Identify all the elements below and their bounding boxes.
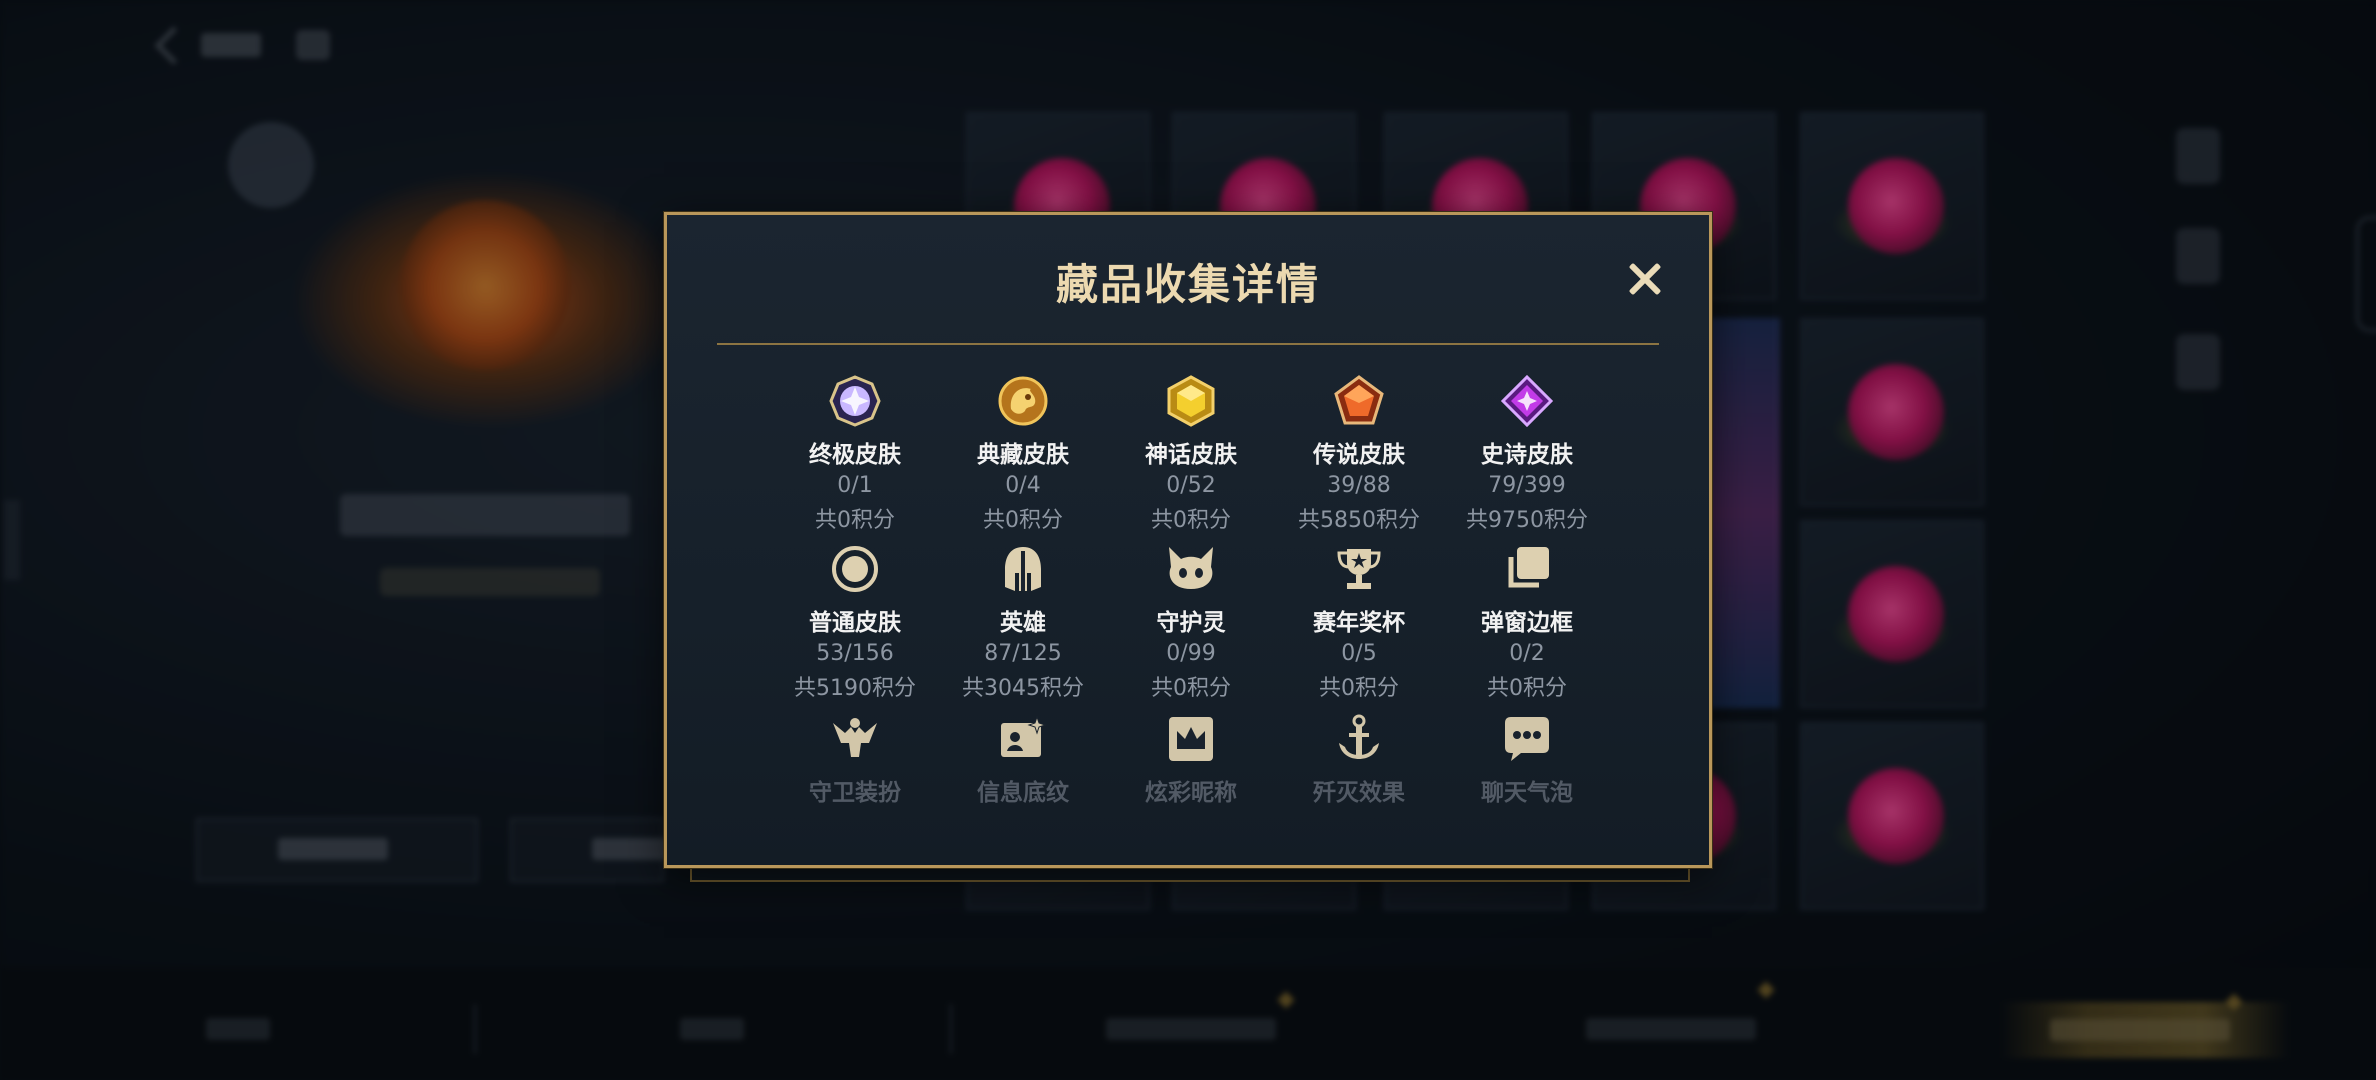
collection-details-dialog: 藏品收集详情 终极皮肤 0/1 共0积分 典藏皮肤 0/4 共0积分 神话皮肤 … (664, 212, 1712, 868)
category-points: 共5190积分 (794, 676, 916, 701)
category-epic-skin[interactable]: 史诗皮肤 79/399 共9750积分 (1443, 374, 1611, 534)
category-label: 普通皮肤 (809, 610, 901, 636)
collection-row: 普通皮肤 53/156 共5190积分 英雄 87/125 共3045积分 守护… (771, 543, 1611, 703)
category-count: 79/399 (1488, 473, 1566, 498)
category-count: 39/88 (1327, 473, 1391, 498)
category-points: 共9750积分 (1466, 508, 1588, 533)
anchor-effect-icon (1333, 713, 1385, 765)
category-points: 共0积分 (1151, 676, 1231, 701)
category-color-nickname[interactable]: 炫彩昵称 (1107, 713, 1275, 807)
info-card-icon (997, 713, 1049, 765)
crown-name-icon (1165, 713, 1217, 765)
category-label: 英雄 (1000, 610, 1046, 636)
category-info-card[interactable]: 信息底纹 (939, 713, 1107, 807)
category-label: 歼灭效果 (1313, 780, 1405, 806)
category-count: 0/4 (1005, 473, 1041, 498)
collection-row: 终极皮肤 0/1 共0积分 典藏皮肤 0/4 共0积分 神话皮肤 0/52 共0… (771, 374, 1611, 535)
category-label: 史诗皮肤 (1481, 442, 1573, 468)
category-points: 共0积分 (1151, 508, 1231, 533)
category-guardian-outfit[interactable]: 守卫装扮 (771, 713, 939, 807)
legendary-skin-icon (1333, 375, 1385, 427)
category-label: 守护灵 (1156, 610, 1226, 636)
mythic-skin-icon (1165, 375, 1217, 427)
category-count: 0/52 (1166, 473, 1216, 498)
category-collector-skin[interactable]: 典藏皮肤 0/4 共0积分 (939, 375, 1107, 534)
category-label: 信息底纹 (977, 780, 1069, 806)
collection-row: 守卫装扮 信息底纹 炫彩昵称 歼灭效果 聊天气泡 (771, 713, 1611, 873)
title-divider (717, 343, 1659, 345)
normal-skin-icon (829, 543, 881, 595)
category-points: 共0积分 (1487, 676, 1567, 701)
category-points: 共5850积分 (1298, 508, 1420, 533)
category-season-trophy[interactable]: 赛年奖杯 0/5 共0积分 (1275, 543, 1443, 702)
category-mythic-skin[interactable]: 神话皮肤 0/52 共0积分 (1107, 375, 1275, 534)
category-points: 共0积分 (1319, 676, 1399, 701)
category-label: 神话皮肤 (1145, 442, 1237, 468)
category-points: 共0积分 (815, 508, 895, 533)
category-ultimate-skin[interactable]: 终极皮肤 0/1 共0积分 (771, 375, 939, 534)
category-count: 0/5 (1341, 641, 1377, 666)
category-label: 传说皮肤 (1313, 442, 1405, 468)
dialog-title: 藏品收集详情 (1055, 260, 1320, 309)
category-label: 弹窗边框 (1481, 610, 1573, 636)
category-chat-bubble[interactable]: 聊天气泡 (1443, 713, 1611, 807)
trophy-icon (1333, 543, 1385, 595)
epic-skin-icon (1500, 374, 1554, 428)
category-guardian-spirit[interactable]: 守护灵 0/99 共0积分 (1107, 543, 1275, 702)
category-label: 典藏皮肤 (977, 442, 1069, 468)
hero-helmet-icon (997, 543, 1049, 595)
category-popup-frame[interactable]: 弹窗边框 0/2 共0积分 (1443, 543, 1611, 702)
category-points: 共0积分 (983, 508, 1063, 533)
guardian-spirit-icon (1165, 543, 1217, 595)
category-count: 53/156 (816, 641, 894, 666)
category-legendary-skin[interactable]: 传说皮肤 39/88 共5850积分 (1275, 375, 1443, 534)
category-label: 守卫装扮 (809, 780, 901, 806)
guardian-outfit-icon (829, 713, 881, 765)
close-icon[interactable] (1623, 257, 1667, 301)
category-normal-skin[interactable]: 普通皮肤 53/156 共5190积分 (771, 543, 939, 702)
category-label: 聊天气泡 (1481, 780, 1573, 806)
collector-skin-icon (997, 375, 1049, 427)
category-points: 共3045积分 (962, 676, 1084, 701)
category-count: 0/2 (1509, 641, 1545, 666)
category-label: 终极皮肤 (809, 442, 901, 468)
category-count: 87/125 (984, 641, 1062, 666)
chat-bubble-icon (1501, 713, 1553, 765)
category-count: 0/1 (837, 473, 873, 498)
category-count: 0/99 (1166, 641, 1216, 666)
category-label: 炫彩昵称 (1145, 780, 1237, 806)
category-hero[interactable]: 英雄 87/125 共3045积分 (939, 543, 1107, 702)
popup-frame-icon (1501, 543, 1553, 595)
ultimate-skin-icon (829, 375, 881, 427)
category-kill-effect[interactable]: 歼灭效果 (1275, 713, 1443, 807)
category-label: 赛年奖杯 (1313, 610, 1405, 636)
